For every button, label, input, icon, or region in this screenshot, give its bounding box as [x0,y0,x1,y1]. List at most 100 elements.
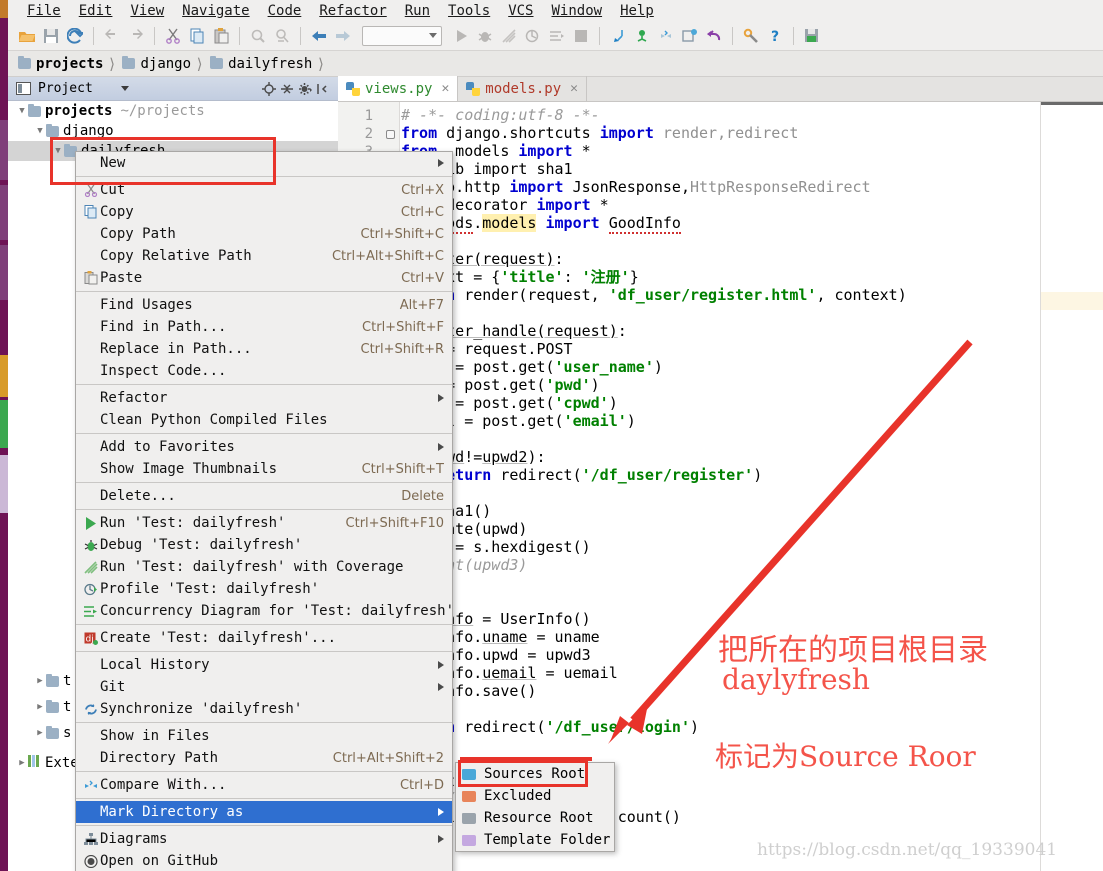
undo-icon[interactable] [101,25,123,47]
menu-item-inspect-code[interactable]: Inspect Code... [76,360,452,382]
tab-models-py[interactable]: models.py ✕ [458,76,587,101]
menu-item-clean-python-compiled-files[interactable]: Clean Python Compiled Files [76,409,452,431]
menu-item-open-on-github[interactable]: Open on GitHub [76,850,452,871]
breadcrumb-item-dailyfresh[interactable]: dailyfresh [210,56,316,72]
menu-item-replace-in-path[interactable]: Replace in Path... Ctrl+Shift+R [76,338,452,360]
step-over-icon[interactable] [631,25,653,47]
locate-icon[interactable] [260,80,278,98]
close-icon[interactable]: ✕ [441,81,449,96]
menu-item-copy[interactable]: Copy Ctrl+C [76,201,452,223]
submenu-item-sources-root[interactable]: Sources Root [456,763,614,785]
redo-icon[interactable] [125,25,147,47]
menu-item-add-to-favorites[interactable]: Add to Favorites [76,436,452,458]
settings-wrench-icon[interactable] [740,25,762,47]
save-icon[interactable] [40,25,62,47]
menu-file[interactable]: File [18,3,70,19]
menu-item-profile-test[interactable]: Profile 'Test: dailyfresh' [76,578,452,600]
find-replace-icon[interactable] [271,25,293,47]
back-icon[interactable] [308,25,330,47]
menu-item-copy-relative-path[interactable]: Copy Relative Path Ctrl+Alt+Shift+C [76,245,452,267]
run-coverage-icon[interactable] [498,25,520,47]
close-icon[interactable]: ✕ [570,81,578,96]
chevron-right-icon[interactable]: ▶ [34,676,46,686]
tree-item-3[interactable]: ▶ t [8,671,71,691]
menu-item-directory-path[interactable]: Directory Path Ctrl+Alt+Shift+2 [76,747,452,769]
menu-item-show-image-thumbnails[interactable]: Show Image Thumbnails Ctrl+Shift+T [76,458,452,480]
cut-icon[interactable] [162,25,184,47]
tab-views-py[interactable]: views.py ✕ [338,76,459,101]
editor-marker-scrollbar[interactable] [1040,102,1103,871]
copy-icon[interactable] [186,25,208,47]
chevron-down-icon[interactable]: ▼ [52,146,64,156]
tree-item-5[interactable]: ▶ s [8,723,71,743]
menu-item-find-in-path[interactable]: Find in Path... Ctrl+Shift+F [76,316,452,338]
menu-item-debug-test[interactable]: Debug 'Test: dailyfresh' [76,534,452,556]
menu-edit[interactable]: Edit [70,3,122,19]
tree-item-projects[interactable]: ▼ projects ~/projects [8,101,338,121]
run-configuration-select[interactable] [362,25,442,46]
menu-item-delete[interactable]: Delete... Delete [76,485,452,507]
menu-item-copy-path[interactable]: Copy Path Ctrl+Shift+C [76,223,452,245]
menu-item-new[interactable]: New [76,152,452,174]
save-all-icon[interactable] [801,25,823,47]
menu-code[interactable]: Code [259,3,311,19]
tree-item-4[interactable]: ▶ t [8,697,71,717]
concurrency-icon[interactable] [546,25,568,47]
revert-icon[interactable] [703,25,725,47]
hide-panel-icon[interactable] [314,80,332,98]
menu-item-refactor[interactable]: Refactor [76,387,452,409]
menu-item-local-history[interactable]: Local History [76,654,452,676]
chevron-right-icon[interactable]: ▶ [16,758,28,768]
profile-icon[interactable] [522,25,544,47]
run-icon[interactable] [450,25,472,47]
submenu-item-resource-root[interactable]: Resource Root [456,807,614,829]
stop-icon[interactable] [570,25,592,47]
menu-item-synchronize[interactable]: Synchronize 'dailyfresh' [76,698,452,720]
fold-marker-icon[interactable] [386,130,395,139]
mark-directory-as-submenu[interactable]: Sources Root Excluded Resource Root Temp… [455,762,615,852]
gear-icon[interactable] [296,80,314,98]
menu-item-create-test[interactable]: dj Create 'Test: dailyfresh'... [76,627,452,649]
chevron-right-icon[interactable]: ▶ [34,728,46,738]
debug-icon[interactable] [474,25,496,47]
menu-tools[interactable]: Tools [439,3,499,19]
menu-window[interactable]: Window [543,3,612,19]
submenu-item-excluded[interactable]: Excluded [456,785,614,807]
step-into-icon[interactable] [607,25,629,47]
chevron-down-icon[interactable]: ▼ [16,106,28,116]
menu-item-cut[interactable]: Cut Ctrl+X [76,179,452,201]
open-folder-icon[interactable] [16,25,38,47]
menu-run[interactable]: Run [396,3,439,19]
tree-item-django[interactable]: ▼ django [8,121,338,141]
screenshot-icon[interactable] [679,25,701,47]
menu-item-run-test[interactable]: Run 'Test: dailyfresh' Ctrl+Shift+F10 [76,512,452,534]
chevron-right-icon[interactable]: ▶ [34,702,46,712]
menu-item-paste[interactable]: Paste Ctrl+V [76,267,452,289]
find-icon[interactable] [247,25,269,47]
menu-item-mark-directory-as[interactable]: Mark Directory as [76,801,452,823]
menu-item-concurrency-diagram[interactable]: Concurrency Diagram for 'Test: dailyfres… [76,600,454,622]
paste-icon[interactable] [210,25,232,47]
breadcrumb-item-projects[interactable]: projects [18,56,107,72]
menu-refactor[interactable]: Refactor [310,3,395,19]
menu-vcs[interactable]: VCS [499,3,542,19]
chevron-down-icon[interactable] [120,86,129,91]
forward-icon[interactable] [332,25,354,47]
submenu-item-template-folder[interactable]: Template Folder [456,829,614,851]
menu-item-find-usages[interactable]: Find Usages Alt+F7 [76,294,452,316]
menu-item-diagrams[interactable]: Diagrams [76,828,452,850]
menu-item-run-test-with-coverage[interactable]: Run 'Test: dailyfresh' with Coverage [76,556,452,578]
context-menu[interactable]: New Cut Ctrl+X Copy Ctrl+C Copy Path Ctr… [75,151,454,871]
help-icon[interactable]: ? [764,25,786,47]
menu-view[interactable]: View [121,3,173,19]
menu-help[interactable]: Help [611,3,663,19]
collapse-all-icon[interactable] [278,80,296,98]
menu-item-compare-with[interactable]: Compare With... Ctrl+D [76,774,452,796]
menu-navigate[interactable]: Navigate [173,3,258,19]
menu-item-git[interactable]: Git [76,676,452,698]
sync-icon[interactable] [64,25,86,47]
compare-icon[interactable] [655,25,677,47]
breadcrumb-item-django[interactable]: django [122,56,195,72]
menu-item-show-in-files[interactable]: Show in Files [76,725,452,747]
left-tool-strip[interactable] [0,0,8,871]
